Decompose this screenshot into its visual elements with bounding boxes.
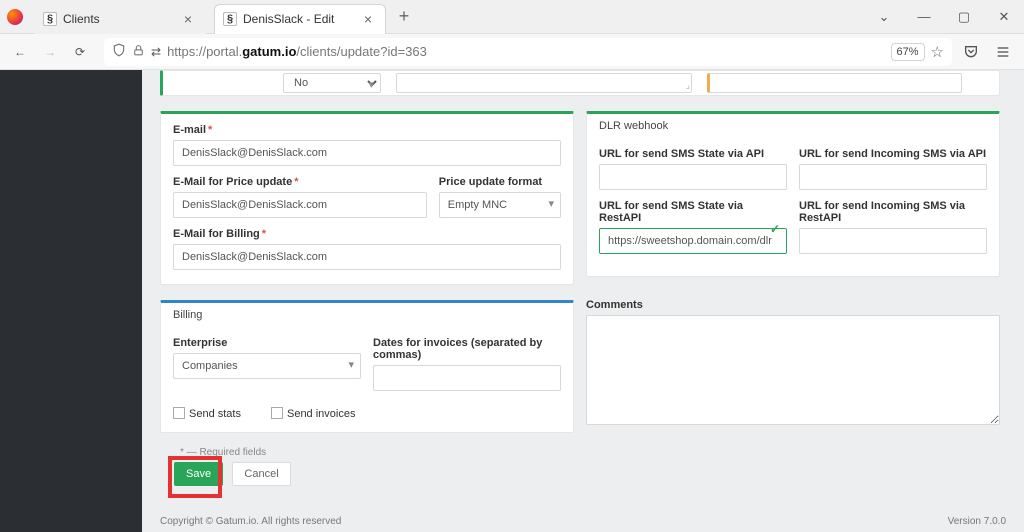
required-note: * — Required fields (180, 447, 1000, 458)
pocket-icon[interactable] (958, 40, 984, 64)
contact-panel: E-mail* E-Mail for Price update* Price u… (160, 111, 574, 285)
url-text: https://portal.gatum.io/clients/update?i… (167, 44, 884, 59)
tab-label: Clients (63, 12, 179, 26)
email-input[interactable] (173, 140, 561, 166)
star-icon[interactable]: ☆ (931, 43, 944, 61)
minimize-button[interactable]: — (904, 2, 944, 32)
dlr-sms-rest-input[interactable] (599, 228, 787, 254)
dates-input[interactable] (373, 365, 561, 391)
top-select[interactable]: No (283, 73, 381, 93)
reload-button[interactable]: ⟳ (68, 40, 92, 64)
close-icon[interactable]: × (359, 11, 377, 27)
comments-label: Comments (586, 299, 1000, 311)
dlr-sms-api-label: URL for send SMS State via API (599, 148, 787, 160)
send-invoices-checkbox[interactable]: Send invoices (271, 407, 356, 420)
tab-label: DenisSlack - Edit (243, 12, 359, 26)
firefox-icon (0, 9, 30, 25)
dates-label: Dates for invoices (separated by commas) (373, 337, 561, 361)
dlr-inc-rest-label: URL for send Incoming SMS via RestAPI (799, 200, 987, 224)
new-tab-button[interactable]: + (390, 6, 418, 27)
dlr-sms-api-input[interactable] (599, 164, 787, 190)
top-textarea[interactable]: ⌟ (396, 73, 692, 93)
email-label: E-mail* (173, 124, 561, 136)
browser-titlebar: § Clients × § DenisSlack - Edit × + ⌄ — … (0, 0, 1024, 34)
tab-denisslack-edit[interactable]: § DenisSlack - Edit × (214, 4, 386, 34)
dlr-inc-rest-input[interactable] (799, 228, 987, 254)
tabs-dropdown-icon[interactable]: ⌄ (864, 2, 904, 32)
version-text: Version 7.0.0 (948, 516, 1006, 527)
email-billing-label: E-Mail for Billing* (173, 228, 561, 240)
lock-icon (132, 44, 145, 60)
permissions-icon: ⇄ (151, 45, 161, 59)
close-window-button[interactable]: ✕ (984, 2, 1024, 32)
app-sidebar (0, 70, 142, 532)
address-bar: ← → ⟳ ⇄ https://portal.gatum.io/clients/… (0, 34, 1024, 70)
cancel-button[interactable]: Cancel (232, 462, 290, 486)
billing-panel-title: Billing (161, 303, 573, 327)
top-right-field[interactable] (707, 73, 962, 93)
tab-clients[interactable]: § Clients × (34, 4, 206, 34)
dlr-panel-title: DLR webhook (587, 114, 999, 138)
dlr-webhook-panel: DLR webhook URL for send SMS State via A… (586, 111, 1000, 277)
favicon-icon: § (43, 12, 57, 26)
page-footer: Copyright © Gatum.io. All rights reserve… (142, 510, 1024, 532)
maximize-button[interactable]: ▢ (944, 2, 984, 32)
checkmark-icon: ✓ (770, 222, 780, 236)
enterprise-label: Enterprise (173, 337, 361, 349)
close-icon[interactable]: × (179, 11, 197, 27)
send-stats-checkbox[interactable]: Send stats (173, 407, 241, 420)
price-format-select[interactable]: Empty MNC (439, 192, 561, 218)
shield-icon (112, 43, 126, 60)
email-billing-input[interactable] (173, 244, 561, 270)
zoom-badge[interactable]: 67% (891, 43, 925, 61)
favicon-icon: § (223, 12, 237, 26)
price-format-label: Price update format (439, 176, 561, 188)
comments-textarea[interactable] (586, 315, 1000, 425)
dlr-sms-rest-label: URL for send SMS State via RestAPI (599, 200, 787, 224)
url-bar[interactable]: ⇄ https://portal.gatum.io/clients/update… (104, 38, 952, 66)
email-price-label: E-Mail for Price update* (173, 176, 427, 188)
copyright-text: Copyright © Gatum.io. All rights reserve… (160, 516, 341, 527)
email-price-input[interactable] (173, 192, 427, 218)
dlr-inc-api-input[interactable] (799, 164, 987, 190)
enterprise-select[interactable]: Companies (173, 353, 361, 379)
top-panel-fragment: No ⌟ (160, 70, 1000, 96)
dlr-inc-api-label: URL for send Incoming SMS via API (799, 148, 987, 160)
menu-icon[interactable] (990, 40, 1016, 64)
forward-button: → (38, 40, 62, 64)
back-button[interactable]: ← (8, 40, 32, 64)
save-button[interactable]: Save (174, 462, 223, 486)
billing-panel: Billing Enterprise Companies Dates for i… (160, 300, 574, 433)
